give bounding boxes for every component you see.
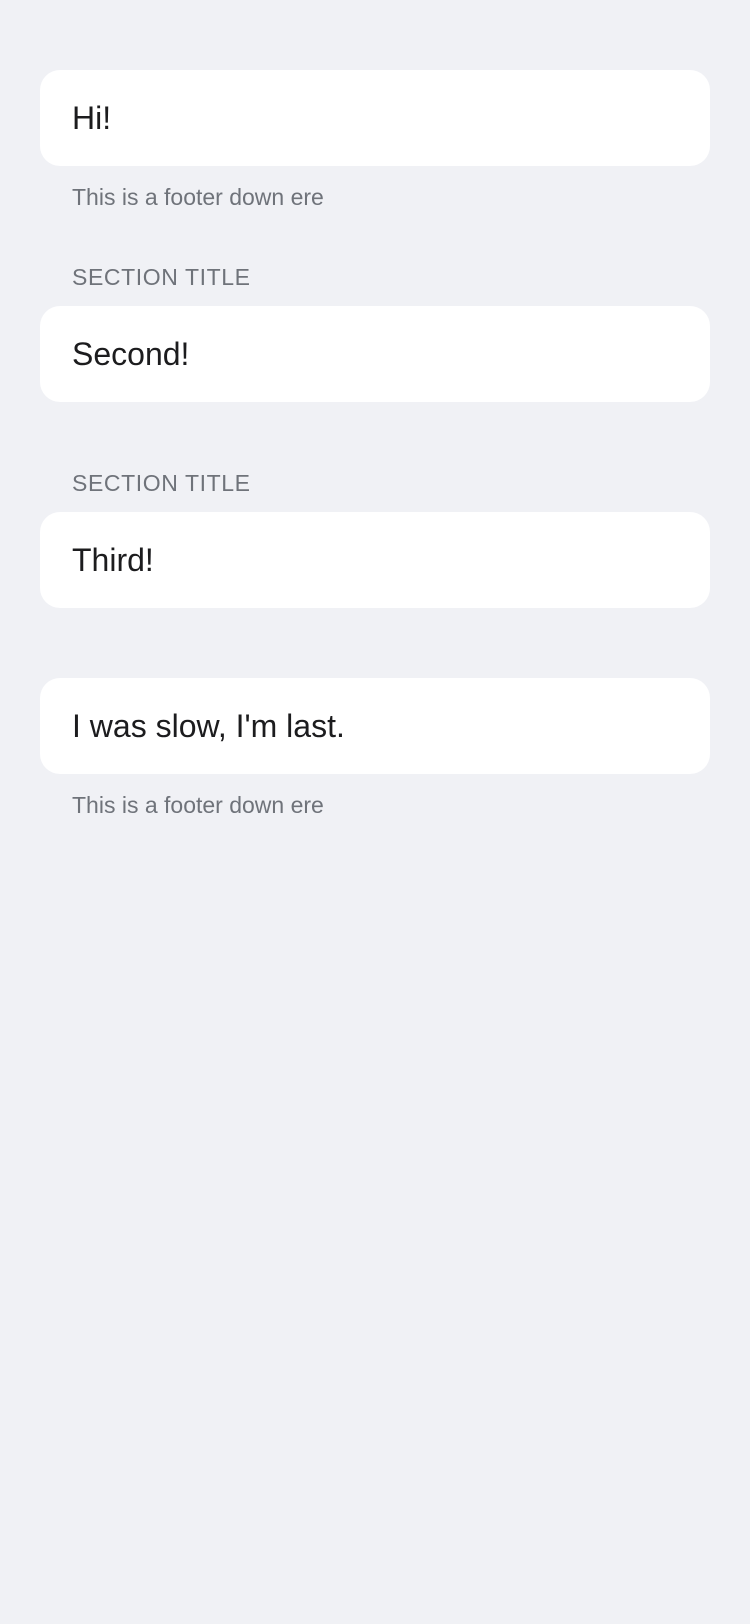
section-footer: This is a footer down ere bbox=[72, 184, 324, 210]
cell-label: Second! bbox=[72, 335, 190, 372]
form-screen: Hi! This is a footer down ere SECTION TI… bbox=[0, 0, 750, 1624]
section-header: SECTION TITLE bbox=[72, 470, 251, 496]
cell-last[interactable]: I was slow, I'm last. bbox=[40, 678, 710, 774]
cell-second[interactable]: Second! bbox=[40, 306, 710, 402]
section-footer: This is a footer down ere bbox=[72, 792, 324, 818]
cell-label: I was slow, I'm last. bbox=[72, 707, 345, 744]
cell-label: Third! bbox=[72, 541, 154, 578]
cell-hi[interactable]: Hi! bbox=[40, 70, 710, 166]
cell-third[interactable]: Third! bbox=[40, 512, 710, 608]
cell-label: Hi! bbox=[72, 99, 112, 136]
section-header: SECTION TITLE bbox=[72, 264, 251, 290]
